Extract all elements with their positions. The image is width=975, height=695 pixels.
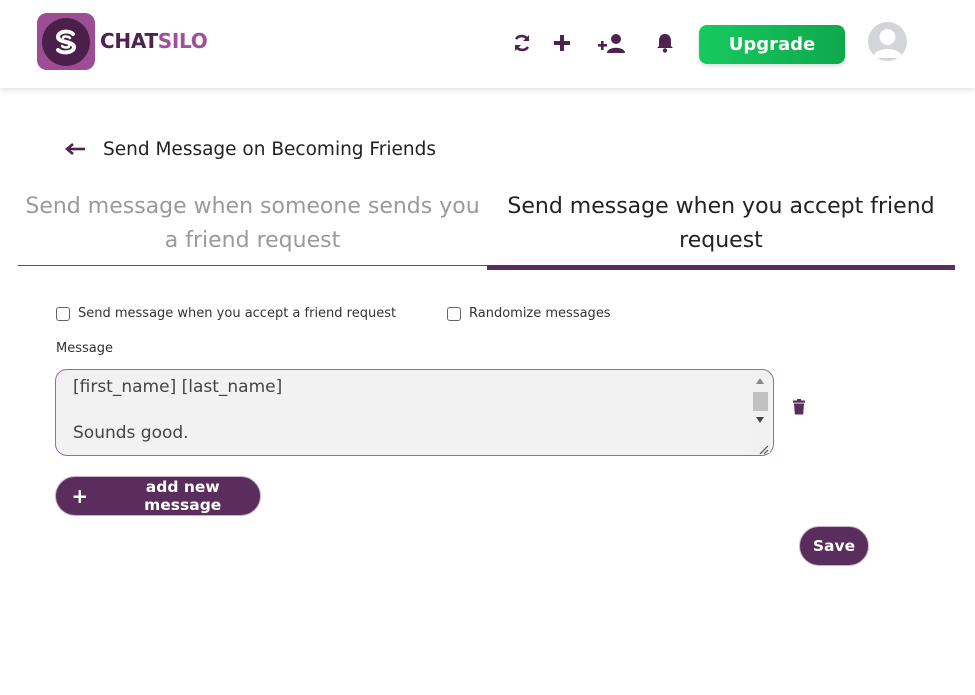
back-arrow-icon[interactable] (64, 139, 87, 159)
resize-handle-icon[interactable] (757, 440, 769, 455)
tab-accept-friend-request[interactable]: Send message when you accept friend requ… (487, 190, 955, 268)
logo-s-icon (55, 29, 77, 54)
user-avatar[interactable] (868, 22, 907, 61)
active-tab-indicator (487, 265, 955, 270)
trash-icon[interactable] (792, 399, 806, 415)
save-button[interactable]: Save (799, 526, 869, 566)
brand-part-2: SILO (157, 29, 208, 53)
accept-request-option: Send message when you accept a friend re… (56, 306, 396, 321)
brand-part-1: CHAT (100, 29, 158, 53)
upgrade-button[interactable]: Upgrade (699, 25, 845, 64)
chatsilo-logo[interactable] (37, 13, 95, 70)
plus-icon: + (71, 484, 89, 508)
logo-mark (42, 17, 90, 66)
add-new-message-label: add new message (144, 478, 222, 514)
scroll-up-arrow-icon[interactable] (756, 378, 764, 384)
scroll-down-arrow-icon[interactable] (756, 417, 764, 423)
message-textarea[interactable]: [first_name] [last_name] Sounds good. (55, 369, 774, 456)
add-user-icon[interactable] (598, 32, 626, 54)
page-title: Send Message on Becoming Friends (103, 139, 436, 160)
add-new-message-button[interactable]: + add new message (55, 476, 261, 516)
avatar-placeholder-icon (873, 29, 902, 58)
tab-someone-sends-request[interactable]: Send message when someone sends you a fr… (18, 190, 487, 268)
message-label: Message (56, 341, 113, 356)
randomize-option: Randomize messages (447, 306, 611, 321)
scroll-thumb[interactable] (753, 392, 768, 411)
plus-icon[interactable] (551, 32, 573, 54)
sync-icon[interactable] (511, 32, 533, 54)
randomize-checkbox-label: Randomize messages (469, 306, 611, 321)
randomize-checkbox[interactable] (447, 306, 461, 321)
accept-request-checkbox[interactable] (56, 306, 70, 321)
bell-icon[interactable] (654, 32, 676, 54)
brand-name: CHATSILO (100, 29, 208, 53)
top-header: CHATSILO Upgrade (0, 0, 975, 88)
accept-request-checkbox-label: Send message when you accept a friend re… (78, 306, 397, 321)
tab-divider (18, 265, 487, 266)
